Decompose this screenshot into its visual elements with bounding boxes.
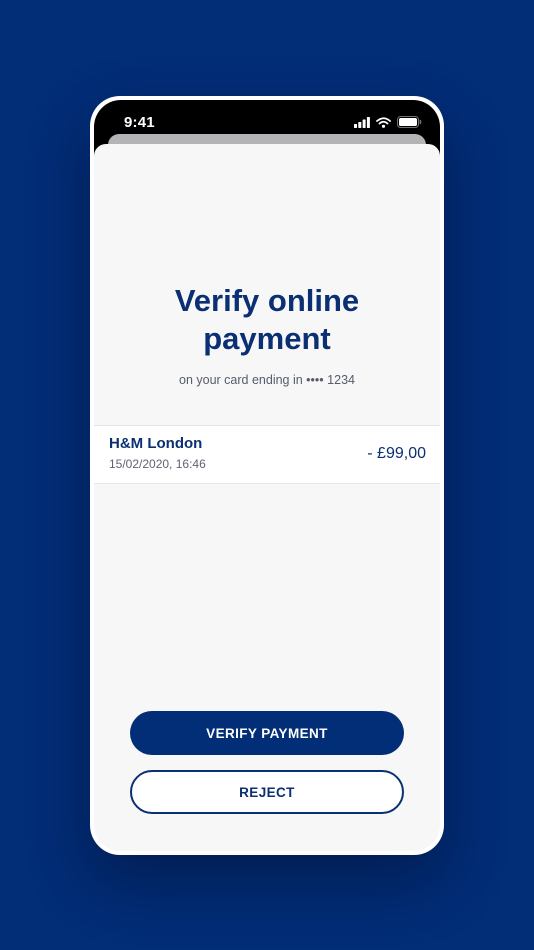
page-title: Verify online payment [94, 282, 440, 358]
cellular-signal-icon [354, 115, 370, 133]
status-time: 9:41 [124, 114, 155, 131]
reject-button[interactable]: REJECT [130, 770, 404, 814]
verify-sheet: Verify online payment on your card endin… [94, 144, 440, 851]
transaction-amount: - £99,00 [367, 445, 426, 462]
title-line-2: payment [203, 321, 331, 356]
title-line-1: Verify online [174, 283, 360, 318]
transaction-datetime: 15/02/2020, 16:46 [109, 457, 206, 471]
transaction-row: H&M London 15/02/2020, 16:46 - £99,00 [94, 425, 440, 484]
battery-icon [397, 115, 422, 133]
status-icons [354, 115, 422, 133]
merchant-name: H&M London [109, 435, 203, 452]
verify-payment-button[interactable]: VERIFY PAYMENT [130, 711, 404, 755]
card-info-text: on your card ending in •••• 1234 [179, 373, 355, 387]
phone-frame: 9:41 Verify online payment on your card … [90, 96, 444, 855]
wifi-icon [376, 115, 391, 133]
